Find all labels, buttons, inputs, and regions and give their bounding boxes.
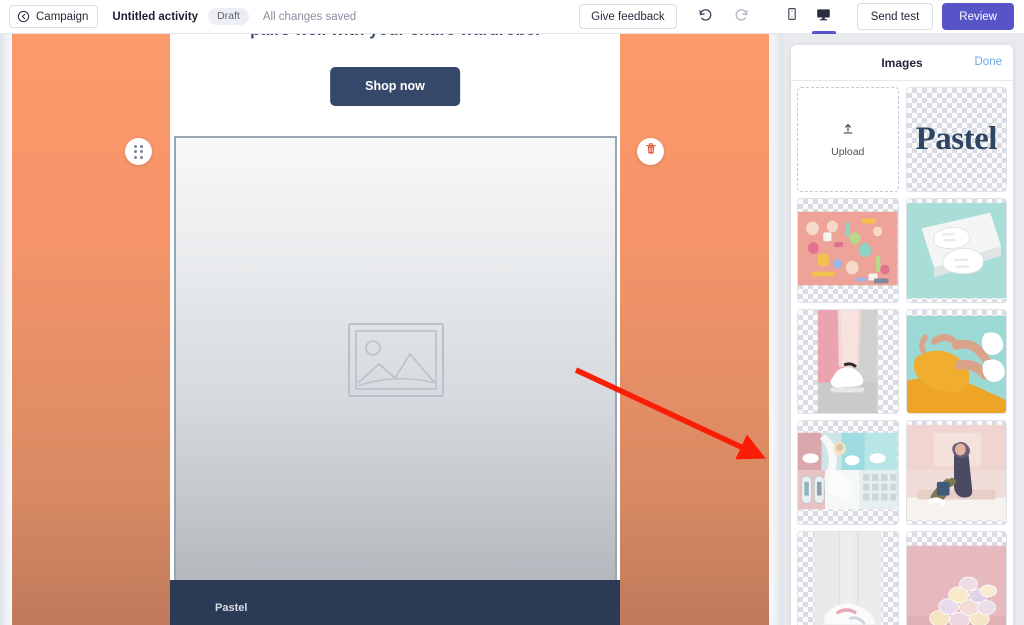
undo-icon: [697, 7, 714, 27]
email-editor-screen: Campaign Untitled activity Draft All cha…: [0, 0, 1024, 625]
review-button[interactable]: Review: [942, 3, 1014, 30]
thumbnail-artwork: [798, 199, 898, 302]
email-footer: Pastel: [170, 580, 620, 625]
top-toolbar: Campaign Untitled activity Draft All cha…: [0, 0, 1024, 34]
send-test-button[interactable]: Send test: [856, 3, 934, 30]
hero-headline[interactable]: pairs well with your entire wardrobe.: [170, 34, 620, 40]
shop-now-button[interactable]: Shop now: [330, 67, 460, 106]
image-thumb-pastel-collage-sneakers[interactable]: [797, 420, 899, 525]
thumbnail-artwork: [798, 310, 898, 413]
panel-title: Images: [881, 55, 923, 70]
images-panel-container: Images Done Upload Pastel: [783, 34, 1024, 625]
image-thumb-white-sneakers-on-box[interactable]: [905, 198, 1007, 303]
selected-image-block[interactable]: [174, 136, 617, 583]
circle-arrow-left-icon: [17, 10, 30, 23]
status-badge: Draft: [208, 8, 249, 25]
history-controls: [691, 2, 757, 32]
image-thumb-yellow-trousers-legs-up[interactable]: [905, 309, 1007, 414]
mobile-preview-tab[interactable]: [777, 0, 807, 34]
undo-button[interactable]: [691, 2, 721, 32]
images-panel: Images Done Upload Pastel: [791, 45, 1013, 625]
thumbnail-artwork: [906, 199, 1006, 302]
pastel-wordmark: Pastel: [915, 121, 998, 157]
upload-tile-label: Upload: [831, 145, 865, 158]
delete-block-button[interactable]: [637, 138, 664, 165]
image-thumb-pink-running-shoe[interactable]: [797, 531, 899, 625]
preview-mode-tabs: [777, 0, 839, 34]
upload-arrow-icon: [840, 122, 856, 143]
thumbnail-artwork: [906, 421, 1006, 524]
images-panel-header: Images Done: [791, 45, 1013, 81]
thumbnail-artwork: [798, 532, 898, 625]
thumbnail-artwork: [906, 310, 1006, 413]
stage-right-gutter: [769, 34, 783, 625]
image-thumb-macarons-stack[interactable]: [905, 531, 1007, 625]
footer-brand-name: Pastel: [215, 602, 248, 614]
mobile-preview-icon: [784, 6, 800, 27]
image-grid: Upload Pastel: [791, 81, 1013, 625]
thumbnail-artwork: [798, 421, 898, 524]
document-title[interactable]: Untitled activity: [112, 11, 198, 23]
drag-handle-button[interactable]: [125, 138, 152, 165]
image-thumb-pastel-logo[interactable]: Pastel: [905, 87, 1007, 192]
redo-button[interactable]: [727, 2, 757, 32]
desktop-preview-tab[interactable]: [809, 0, 839, 34]
redo-icon: [733, 7, 750, 27]
desktop-preview-icon: [815, 6, 832, 28]
upload-image-tile[interactable]: Upload: [797, 87, 899, 192]
email-canvas[interactable]: pairs well with your entire wardrobe. Sh…: [170, 34, 620, 625]
top-toolbar-actions: Give feedback Send test Review: [579, 0, 1024, 34]
thumbnail-artwork: [906, 532, 1006, 625]
give-feedback-button[interactable]: Give feedback: [579, 4, 677, 29]
back-to-campaign-button[interactable]: Campaign: [9, 5, 99, 28]
stage-left-gutter: [0, 34, 12, 625]
editor-stage: pairs well with your entire wardrobe. Sh…: [0, 34, 783, 625]
drag-handle-icon: [134, 144, 143, 159]
trash-icon: [644, 142, 658, 161]
done-button[interactable]: Done: [975, 56, 1003, 68]
image-thumb-craft-supplies-flatlay[interactable]: [797, 198, 899, 303]
image-placeholder-icon: [347, 322, 444, 397]
save-status-text: All changes saved: [262, 10, 357, 23]
image-thumb-pink-trousers-white-sneakers[interactable]: [797, 309, 899, 414]
back-button-label: Campaign: [36, 10, 89, 23]
image-thumb-woman-seated-pink-wall[interactable]: [905, 420, 1007, 525]
